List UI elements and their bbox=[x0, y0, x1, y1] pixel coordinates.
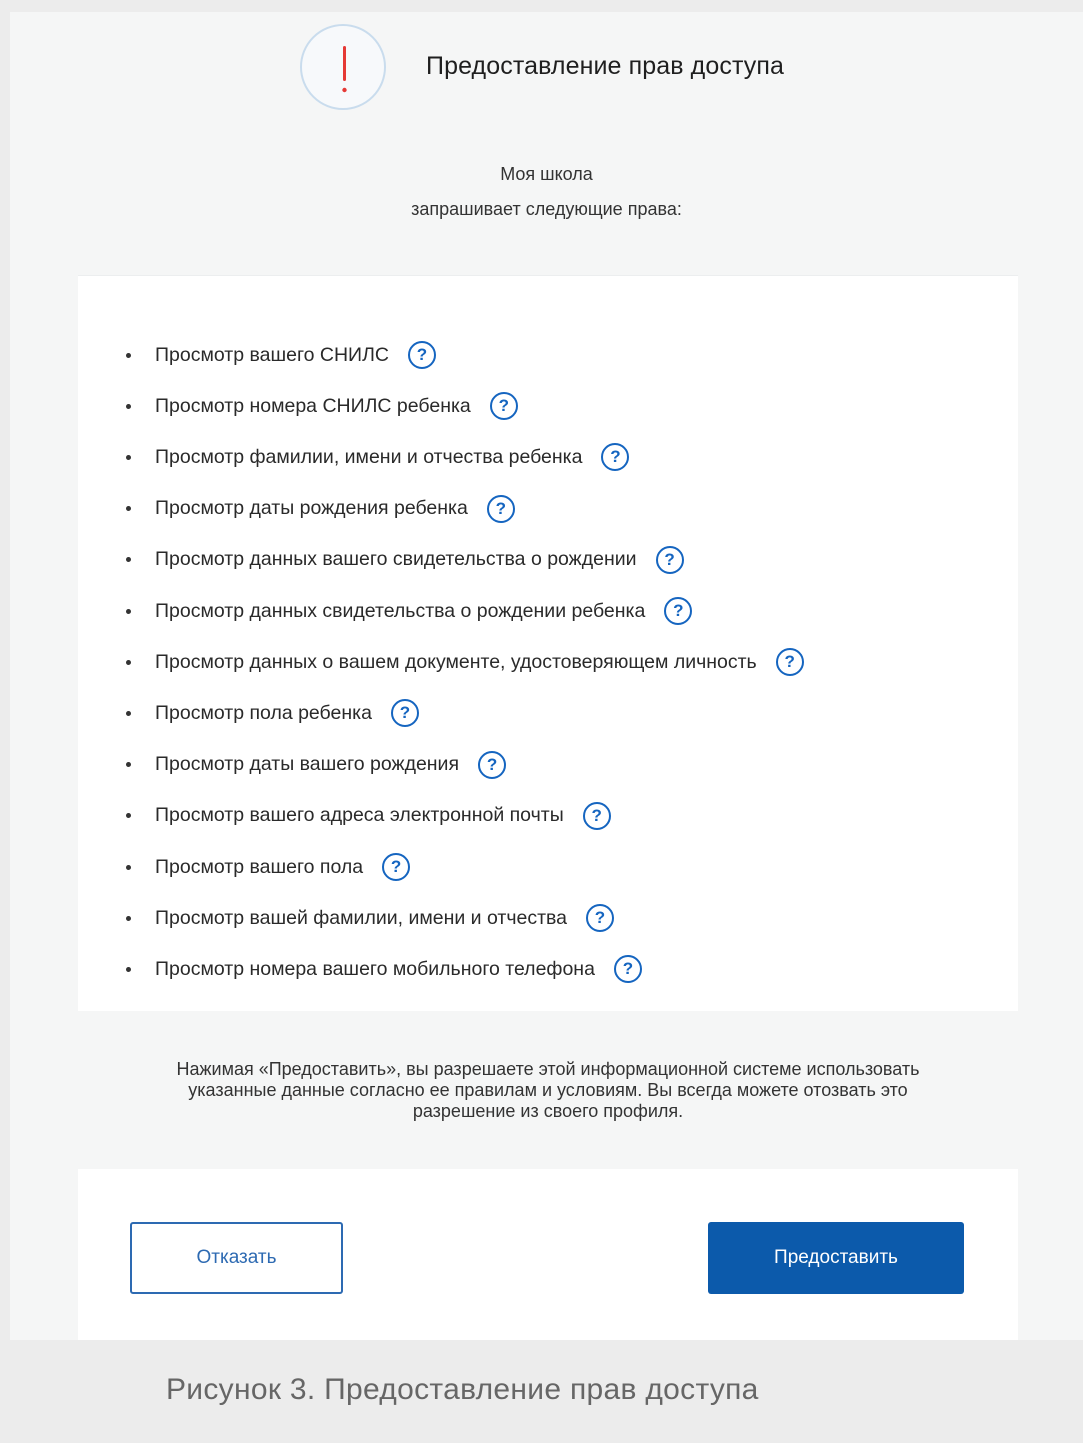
figure-caption: Рисунок 3. Предоставление прав доступа bbox=[166, 1373, 759, 1406]
consent-notice: Нажимая «Предоставить», вы разрешаете эт… bbox=[78, 1011, 1018, 1169]
help-icon[interactable]: ? bbox=[586, 904, 614, 933]
permission-item: Просмотр вашего адреса электронной почты… bbox=[126, 799, 611, 833]
bullet-icon bbox=[126, 557, 131, 563]
bullet-icon bbox=[126, 915, 131, 921]
bullet-icon bbox=[126, 813, 131, 819]
permission-item: Просмотр номера СНИЛС ребенка? bbox=[126, 389, 518, 423]
bullet-icon bbox=[126, 608, 131, 614]
bullet-icon bbox=[126, 454, 131, 460]
bullet-icon bbox=[126, 659, 131, 665]
grant-button[interactable]: Предоставить bbox=[708, 1222, 964, 1294]
bullet-icon bbox=[126, 403, 131, 409]
header: Предоставление прав доступа bbox=[10, 12, 1083, 132]
exclamation-icon bbox=[342, 46, 347, 93]
bullet-icon bbox=[126, 710, 131, 716]
permission-label: Просмотр вашего адреса электронной почты bbox=[155, 804, 564, 827]
help-icon[interactable]: ? bbox=[390, 699, 419, 728]
bullet-icon bbox=[126, 506, 131, 512]
help-icon[interactable]: ? bbox=[775, 648, 804, 677]
permission-label: Просмотр даты рождения ребенка bbox=[155, 497, 468, 520]
help-icon[interactable]: ? bbox=[489, 392, 518, 421]
permission-label: Просмотр даты вашего рождения bbox=[155, 753, 460, 776]
decline-button[interactable]: Отказать bbox=[130, 1222, 343, 1294]
page-title: Предоставление прав доступа bbox=[426, 52, 785, 80]
permission-label: Просмотр номера вашего мобильного телефо… bbox=[155, 957, 595, 980]
requesting-app-name: Моя школа bbox=[500, 164, 593, 184]
consent-notice-text: Нажимая «Предоставить», вы разрешаете эт… bbox=[138, 1059, 958, 1122]
help-icon[interactable]: ? bbox=[407, 341, 436, 369]
permission-item: Просмотр вашего пола? bbox=[126, 850, 411, 884]
permission-item: Просмотр пола ребенка? bbox=[126, 696, 419, 730]
bullet-icon bbox=[126, 762, 131, 768]
permissions-card: Просмотр вашего СНИЛС? Просмотр номера СН… bbox=[78, 275, 1018, 1341]
consent-notice-line-1: Нажимая «Предоставить», вы разрешаете эт… bbox=[176, 1059, 920, 1079]
help-icon[interactable]: ? bbox=[478, 750, 507, 779]
permission-item: Просмотр вашей фамилии, имени и отчества… bbox=[126, 901, 614, 935]
permission-item: Просмотр номера вашего мобильного телефо… bbox=[126, 952, 642, 986]
help-icon[interactable]: ? bbox=[601, 443, 630, 472]
bullet-icon bbox=[126, 966, 131, 972]
help-icon[interactable]: ? bbox=[382, 853, 411, 881]
permission-label: Просмотр данных о вашем документе, удост… bbox=[155, 650, 757, 673]
permission-label: Просмотр фамилии, имени и отчества ребен… bbox=[155, 445, 583, 468]
permission-label: Просмотр вашего пола bbox=[155, 855, 364, 878]
permission-label: Просмотр пола ребенка bbox=[155, 701, 372, 724]
permission-label: Просмотр вашей фамилии, имени и отчества bbox=[155, 906, 567, 929]
help-icon[interactable]: ? bbox=[582, 801, 611, 830]
permission-item: Просмотр данных о вашем документе, удост… bbox=[126, 645, 804, 679]
permission-label: Просмотр вашего СНИЛС bbox=[155, 343, 389, 366]
help-icon[interactable]: ? bbox=[486, 494, 515, 523]
bullet-icon bbox=[126, 352, 131, 358]
access-request-screen: Предоставление прав доступа Моя школа за… bbox=[10, 12, 1083, 1341]
permission-item: Просмотр даты рождения ребенка? bbox=[126, 492, 515, 526]
permission-label: Просмотр данных вашего свидетельства о р… bbox=[155, 548, 637, 571]
permission-label: Просмотр номера СНИЛС ребенка bbox=[155, 394, 471, 417]
help-icon[interactable]: ? bbox=[613, 955, 642, 984]
permission-item: Просмотр данных свидетельства о рождении… bbox=[126, 594, 693, 628]
permission-item: Просмотр даты вашего рождения? bbox=[126, 748, 507, 782]
permission-item: Просмотр вашего СНИЛС? bbox=[126, 338, 436, 372]
consent-notice-line-2: указанные данные согласно ее правилам и … bbox=[188, 1080, 908, 1100]
permission-item: Просмотр данных вашего свидетельства о р… bbox=[126, 543, 684, 577]
consent-notice-line-3: разрешение из своего профиля. bbox=[412, 1101, 684, 1121]
bullet-icon bbox=[126, 864, 131, 870]
alert-badge bbox=[300, 24, 386, 110]
help-icon[interactable]: ? bbox=[655, 545, 684, 574]
help-icon[interactable]: ? bbox=[664, 597, 693, 625]
request-description: запрашивает следующие права: bbox=[411, 199, 682, 219]
permission-item: Просмотр фамилии, имени и отчества ребен… bbox=[126, 440, 630, 474]
permission-label: Просмотр данных свидетельства о рождении… bbox=[155, 599, 646, 622]
